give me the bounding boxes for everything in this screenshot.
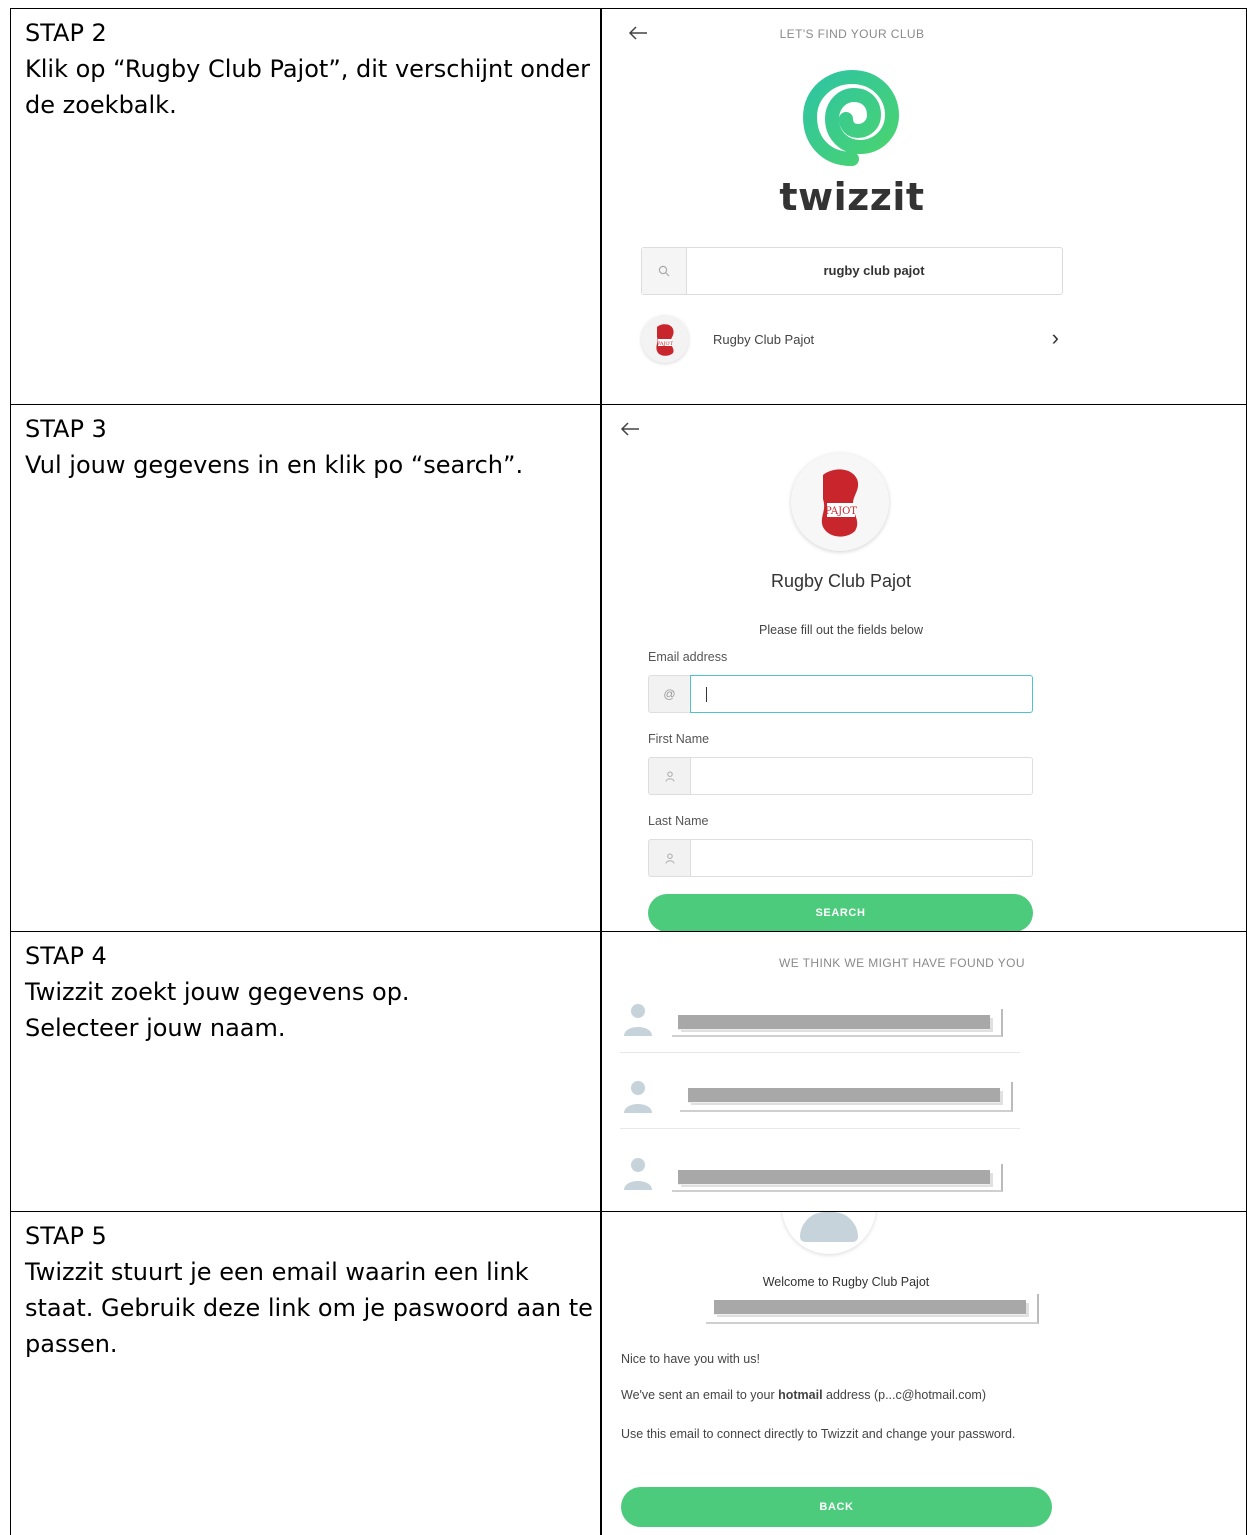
email-sent-text: We've sent an email to your hotmail addr…	[621, 1388, 986, 1402]
club-name: Rugby Club Pajot	[770, 571, 912, 591]
avatar-icon	[624, 1004, 652, 1036]
last-name-label: Last Name	[648, 814, 709, 828]
step-title: STAP 2	[25, 19, 107, 47]
result-label: Rugby Club Pajot	[713, 332, 815, 347]
club-crest-icon: PAJOT	[791, 453, 889, 551]
step-title: STAP 4	[25, 942, 107, 970]
form-instructions: Please fill out the fields below	[759, 623, 923, 637]
person-result[interactable]	[620, 1154, 1020, 1204]
find-club-header: LET'S FIND YOUR CLUB	[779, 27, 925, 41]
found-you-header: WE THINK WE MIGHT HAVE FOUND YOU	[779, 956, 1025, 970]
screenshot-registration-form: PAJOT Rugby Club Pajot Please fill out t…	[602, 405, 1246, 931]
avatar-icon	[624, 1158, 652, 1190]
table-row: STAP 3 Vul jouw gegevens in en klik po “…	[10, 404, 1247, 931]
club-search-input[interactable]: rugby club pajot	[641, 247, 1063, 295]
step-instruction-line: Selecteer jouw naam.	[25, 1014, 286, 1042]
first-name-input[interactable]	[690, 757, 1033, 795]
search-button[interactable]: SEARCH	[648, 894, 1033, 931]
step-title: STAP 5	[25, 1222, 107, 1250]
email-field[interactable]: @	[648, 675, 1033, 713]
email-input[interactable]	[690, 675, 1033, 713]
last-name-field[interactable]	[648, 839, 1033, 877]
table-row: STAP 2 Klik op “Rugby Club Pajot”, dit v…	[10, 8, 1247, 404]
svg-text:PAJOT: PAJOT	[657, 341, 674, 347]
step-instruction: Vul jouw gegevens in en klik po “search”…	[25, 451, 524, 479]
first-name-label: First Name	[648, 732, 710, 746]
user-icon	[648, 839, 690, 877]
search-icon	[642, 248, 687, 294]
back-button[interactable]: BACK	[621, 1487, 1052, 1527]
avatar-icon	[782, 1212, 876, 1254]
step-instruction: Twizzit stuurt je een email waarin een l…	[25, 1258, 593, 1358]
text-cursor	[706, 687, 707, 702]
club-result-item[interactable]: PAJOT Rugby Club Pajot ›	[641, 315, 1063, 367]
user-icon	[648, 757, 690, 795]
instruction-table: STAP 2 Klik op “Rugby Club Pajot”, dit v…	[10, 8, 1247, 1535]
search-value: rugby club pajot	[823, 263, 925, 278]
screenshot-welcome: Welcome to Rugby Club Pajot Nice to have…	[602, 1212, 1246, 1535]
row-separator	[620, 1128, 1020, 1129]
person-result[interactable]	[620, 1077, 1020, 1127]
table-row: STAP 5 Twizzit stuurt je een email waari…	[10, 1211, 1247, 1535]
step-text-cell: STAP 2 Klik op “Rugby Club Pajot”, dit v…	[25, 15, 595, 123]
back-arrow-icon[interactable]	[620, 419, 640, 441]
redacted-name	[672, 1164, 1003, 1192]
email-provider: hotmail	[778, 1388, 823, 1402]
screenshot-find-club: LET'S FIND YOUR CLUB twizzit rugby club …	[602, 9, 1246, 404]
table-row: STAP 4 Twizzit zoekt jouw gegevens op. S…	[10, 931, 1247, 1211]
at-icon: @	[648, 675, 690, 713]
avatar-icon	[624, 1081, 652, 1113]
twizzit-wordmark: twizzit	[779, 175, 925, 219]
redacted-name	[706, 1294, 1039, 1324]
email-label: Email address	[648, 650, 728, 664]
first-name-field[interactable]	[648, 757, 1033, 795]
step-instruction-line: Twizzit zoekt jouw gegevens op.	[25, 978, 410, 1006]
use-email-text: Use this email to connect directly to Tw…	[621, 1427, 1016, 1441]
nice-text: Nice to have you with us!	[621, 1352, 760, 1366]
welcome-text: Welcome to Rugby Club Pajot	[762, 1275, 930, 1289]
step-text-cell: STAP 5 Twizzit stuurt je een email waari…	[25, 1218, 595, 1362]
screenshot-found-you: WE THINK WE MIGHT HAVE FOUND YOU	[602, 932, 1246, 1211]
step-text-cell: STAP 4 Twizzit zoekt jouw gegevens op. S…	[25, 938, 595, 1046]
step-instruction: Klik op “Rugby Club Pajot”, dit verschij…	[25, 55, 591, 119]
row-separator	[620, 1052, 1020, 1053]
redacted-name	[672, 1009, 1003, 1037]
person-result[interactable]	[620, 1000, 1020, 1050]
last-name-input[interactable]	[690, 839, 1033, 877]
svg-text:PAJOT: PAJOT	[825, 506, 857, 517]
twizzit-logo-icon	[802, 67, 902, 172]
step-text-cell: STAP 3 Vul jouw gegevens in en klik po “…	[25, 411, 595, 483]
club-crest-icon: PAJOT	[641, 315, 689, 363]
step-title: STAP 3	[25, 415, 107, 443]
redacted-name	[680, 1082, 1013, 1112]
chevron-right-icon: ›	[1051, 325, 1059, 350]
